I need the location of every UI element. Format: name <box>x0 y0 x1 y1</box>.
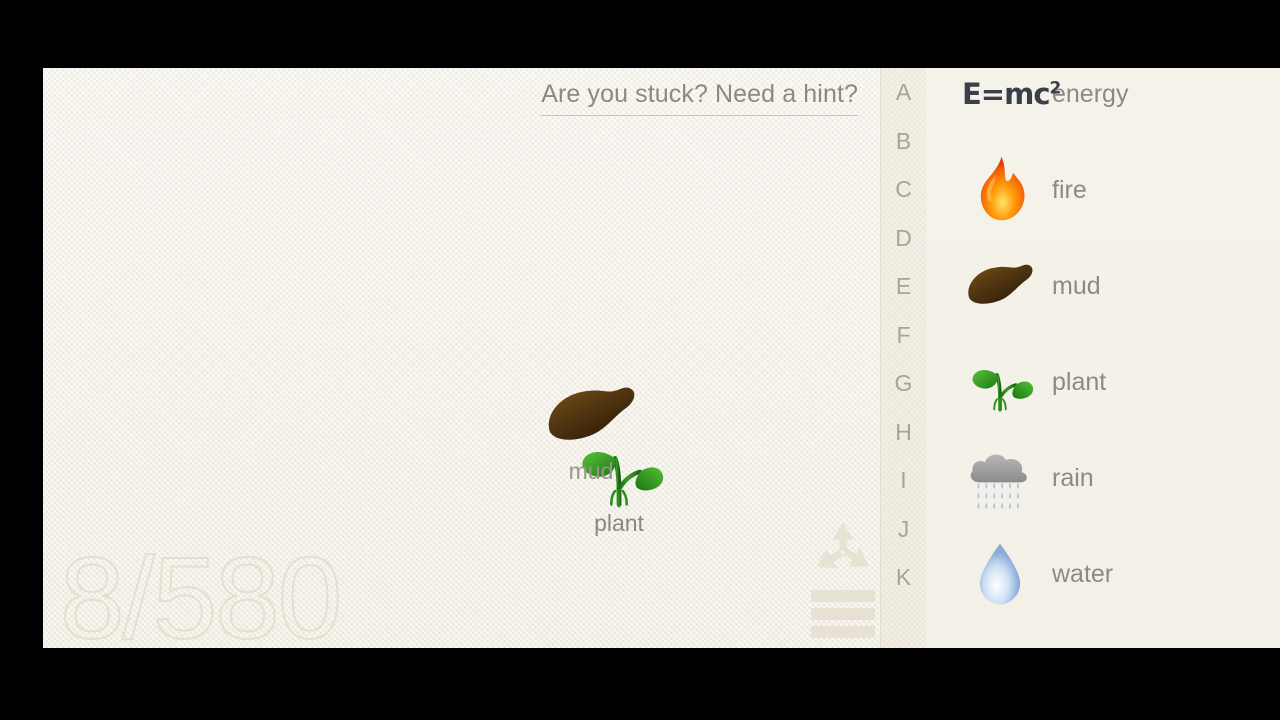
plant-icon <box>972 370 1034 412</box>
library-item-energy[interactable]: E=mc2 energy <box>926 68 1280 142</box>
library-item-label: plant <box>1052 367 1107 396</box>
alphabet-letter-k[interactable]: K <box>881 553 926 602</box>
recycle-icon[interactable] <box>812 520 874 576</box>
alphabet-index[interactable]: ABCDEFGHIJK <box>880 68 927 648</box>
energy-icon: E=mc2 <box>962 77 1061 111</box>
board-node-mud[interactable]: mud <box>543 368 639 485</box>
screen: Are you stuck? Need a hint? 8/580 plant … <box>0 0 1280 720</box>
menu-icon[interactable] <box>811 590 875 638</box>
workspace-board[interactable]: Are you stuck? Need a hint? 8/580 plant … <box>43 68 880 648</box>
mud-icon-wrap <box>964 250 1036 322</box>
water-icon-wrap <box>964 538 1036 610</box>
tool-buttons <box>803 520 880 638</box>
energy-icon-wrap: E=mc2 <box>962 68 1061 130</box>
alphabet-letter-e[interactable]: E <box>881 262 926 311</box>
alphabet-letter-b[interactable]: B <box>881 117 926 166</box>
library-item-plant[interactable]: plant <box>926 334 1280 430</box>
alphabet-letter-a[interactable]: A <box>881 68 926 117</box>
menu-bar <box>811 590 875 602</box>
alphabet-letter-d[interactable]: D <box>881 214 926 263</box>
library-item-label: mud <box>1052 271 1101 300</box>
library-item-label: water <box>1052 559 1114 588</box>
menu-bar <box>811 626 875 638</box>
hint-link[interactable]: Are you stuck? Need a hint? <box>541 80 858 116</box>
alphabet-letter-j[interactable]: J <box>881 505 926 554</box>
library-item-water[interactable]: water <box>926 526 1280 622</box>
plant-icon-wrap <box>964 346 1036 418</box>
water-icon <box>979 543 1021 605</box>
score-counter: 8/580 <box>59 533 343 648</box>
alphabet-letter-h[interactable]: H <box>881 408 926 457</box>
game-window: Are you stuck? Need a hint? 8/580 plant … <box>43 68 1280 648</box>
alphabet-letter-i[interactable]: I <box>881 456 926 505</box>
alphabet-letter-c[interactable]: C <box>881 165 926 214</box>
alphabet-letter-f[interactable]: F <box>881 311 926 360</box>
library-item-fire[interactable]: fire <box>926 142 1280 238</box>
library-item-mud[interactable]: mud <box>926 238 1280 334</box>
library-item-label: fire <box>1052 175 1087 204</box>
library-item-label: energy <box>1052 79 1129 108</box>
rain-icon-wrap <box>964 442 1036 514</box>
fire-icon-wrap <box>964 154 1036 226</box>
rain-icon <box>970 454 1027 509</box>
alphabet-letter-g[interactable]: G <box>881 359 926 408</box>
mud-icon <box>968 264 1033 304</box>
library-item-label: rain <box>1052 463 1094 492</box>
menu-bar <box>811 608 875 620</box>
library-item-rain[interactable]: rain <box>926 430 1280 526</box>
mud-icon <box>543 368 639 464</box>
element-library[interactable]: E=mc2 energy fire mud plant rain water <box>926 68 1280 648</box>
fire-icon <box>980 156 1025 221</box>
